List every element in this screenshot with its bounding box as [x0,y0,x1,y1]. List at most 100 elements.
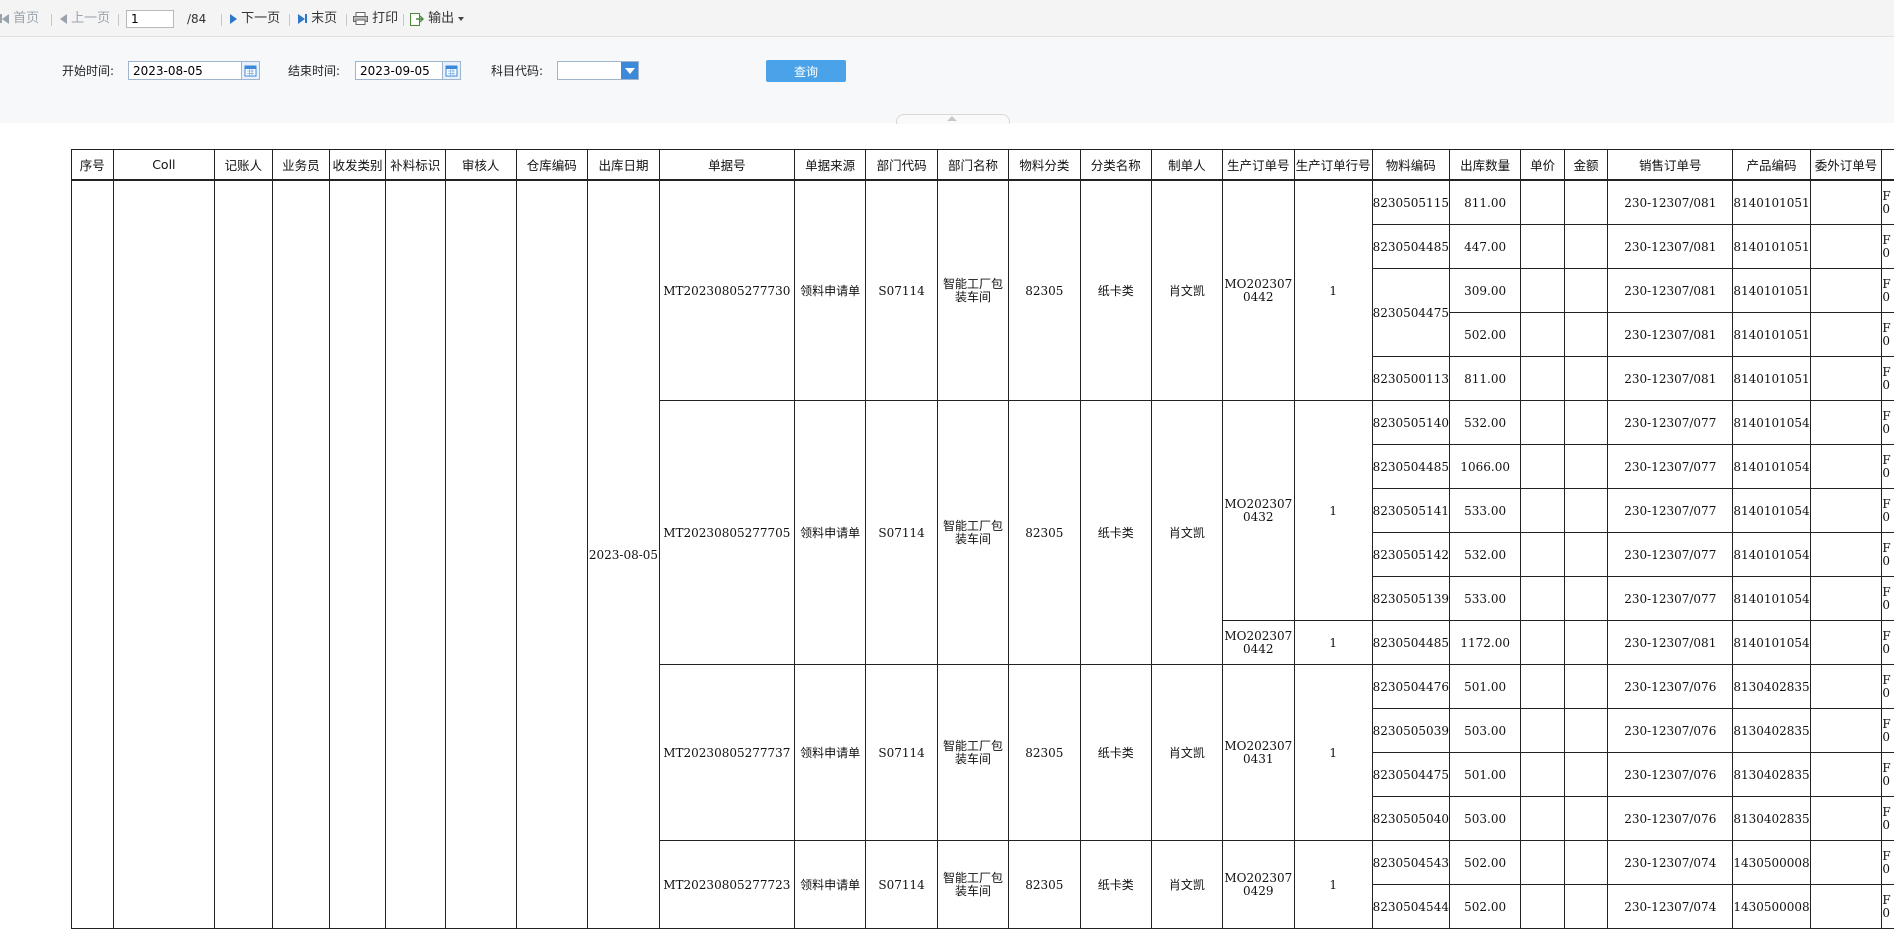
partial-column-text: F [1882,277,1890,291]
material-code-cell: 8230504475 [1372,753,1449,797]
column-header: 仓库编码 [516,150,587,181]
outbound-qty-cell: 811.00 [1449,357,1520,401]
partial-column-text: 0 [1882,202,1890,216]
sales-order-cell: 230-12307/077 [1608,401,1733,445]
partial-column-text: 0 [1882,862,1890,876]
end-calendar-button[interactable] [442,61,461,80]
sales-order-cell: 230-12307/077 [1608,445,1733,489]
doc-number-cell: MT20230805277730 [659,180,794,401]
unit-price-cell [1521,180,1564,225]
material-category-cell: 82305 [1009,841,1080,929]
category-name-cell: 纸卡类 [1080,401,1151,665]
partial-column-text: 0 [1882,378,1890,392]
column-header: 出库数量 [1449,150,1520,181]
material-code-cell: 8230500113 [1372,357,1449,401]
next-page-label: 下一页 [241,11,280,26]
column-header: 审核人 [445,150,516,181]
end-time-input[interactable] [355,61,443,80]
amount-cell [1564,709,1607,753]
product-code-cell: 8140101054 [1733,489,1810,533]
outsourcing-order-cell [1810,753,1882,797]
outsourcing-order-cell [1810,797,1882,841]
sales-order-cell: 230-12307/076 [1608,665,1733,709]
product-code-cell: 8140101054 [1733,621,1810,665]
partial-column-text: F [1882,541,1890,555]
print-button[interactable]: 打印 [353,10,398,28]
amount-cell [1564,225,1607,269]
dept-name-cell: 智能工厂包装车间 [937,665,1008,841]
partial-column-text: F [1882,585,1890,599]
report-toolbar: 首页 上一页 /84 下一页 末页 打印 输出 [0,0,1894,37]
outsourcing-order-cell [1810,621,1882,665]
production-order-cell: MO2023070429 [1222,841,1294,929]
amount-cell [1564,401,1607,445]
outbound-qty-cell: 501.00 [1449,665,1520,709]
dept-code-cell: S07114 [866,665,937,841]
partial-column-text: F [1882,805,1890,819]
partial-column-cell: F0 [1882,357,1894,401]
production-order-line-cell: 1 [1294,665,1372,841]
partial-column-text: 0 [1882,510,1890,524]
transaction-type-cell [330,180,386,929]
coll-cell [113,180,215,929]
column-header: 出库日期 [588,150,660,181]
outbound-qty-cell: 447.00 [1449,225,1520,269]
end-time-label: 结束时间: [288,62,340,79]
sales-order-cell: 230-12307/077 [1608,577,1733,621]
maker-cell: 肖文凯 [1151,665,1222,841]
material-code-cell: 8230505039 [1372,709,1449,753]
last-page-icon [298,14,305,24]
partial-column-cell: F0 [1882,577,1894,621]
material-code-cell: 8230504485 [1372,445,1449,489]
next-page-button[interactable]: 下一页 [230,10,280,28]
unit-price-cell [1521,445,1564,489]
partial-column-cell: F0 [1882,269,1894,313]
start-time-input[interactable] [128,61,242,80]
prev-page-button[interactable]: 上一页 [60,10,110,28]
outsourcing-order-cell [1810,841,1882,885]
sales-order-cell: 230-12307/077 [1608,533,1733,577]
material-code-cell: 8230505142 [1372,533,1449,577]
column-header: 产品编码 [1733,150,1810,181]
start-calendar-button[interactable] [241,61,260,80]
column-header: 委外订单号 [1810,150,1882,181]
bookkeeper-cell [215,180,272,929]
collapse-handle[interactable] [896,114,1010,124]
toolbar-divider [403,14,404,26]
unit-price-cell [1521,797,1564,841]
subject-code-select[interactable] [557,61,639,80]
product-code-cell: 8140101051 [1733,269,1810,313]
query-button[interactable]: 查询 [766,60,846,82]
export-button[interactable]: 输出 [410,10,464,28]
material-code-cell: 8230505141 [1372,489,1449,533]
last-page-button[interactable]: 末页 [298,10,337,28]
partial-column-text: F [1882,189,1890,203]
total-pages: /84 [187,10,206,28]
outbound-qty-cell: 503.00 [1449,797,1520,841]
unit-price-cell [1521,357,1564,401]
first-page-arrow-icon [2,14,9,24]
column-header: 业务员 [272,150,329,181]
toolbar-divider [221,14,222,26]
outbound-report-table: 序号Coll记账人业务员收发类别补料标识审核人仓库编码出库日期单据号单据来源部门… [71,149,1894,929]
reviewer-cell [445,180,516,929]
amount-cell [1564,180,1607,225]
amount-cell [1564,313,1607,357]
seq-cell [72,180,114,929]
calendar-icon [242,62,259,79]
product-code-cell: 1430500008 [1733,841,1810,885]
select-dropdown-button[interactable] [621,62,638,79]
partial-column-text: 0 [1882,598,1890,612]
sales-order-cell: 230-12307/076 [1608,709,1733,753]
page-number-input[interactable] [126,10,174,28]
partial-column-text: 0 [1882,422,1890,436]
dropdown-caret-icon [458,17,464,21]
outsourcing-order-cell [1810,401,1882,445]
outbound-qty-cell: 533.00 [1449,577,1520,621]
amount-cell [1564,885,1607,929]
outbound-qty-cell: 811.00 [1449,180,1520,225]
dept-code-cell: S07114 [866,180,937,401]
first-page-button[interactable]: 首页 [0,10,39,28]
sales-order-cell: 230-12307/076 [1608,753,1733,797]
production-order-cell: MO2023070431 [1222,665,1294,841]
